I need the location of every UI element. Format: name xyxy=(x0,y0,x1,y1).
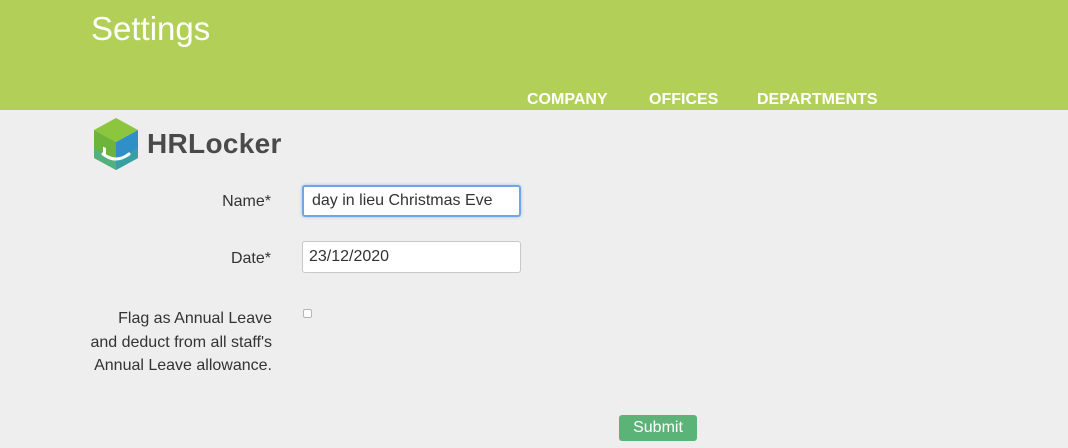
hrlocker-logo-text: HRLocker xyxy=(147,128,282,159)
date-label: Date* xyxy=(230,250,271,267)
annual-leave-flag-label: Flag as Annual Leave and deduct from all… xyxy=(90,310,272,374)
page-title: Settings xyxy=(91,10,211,47)
name-label: Name* xyxy=(222,193,271,210)
hrlocker-logo: HRLocker xyxy=(91,116,301,172)
date-input[interactable] xyxy=(302,241,521,273)
nav-item-company[interactable]: COMPANY xyxy=(527,91,608,109)
annual-leave-flag-checkbox[interactable] xyxy=(303,309,312,318)
name-input[interactable] xyxy=(302,185,521,217)
nav-item-departments[interactable]: DEPARTMENTS xyxy=(757,91,878,109)
submit-button[interactable]: Submit xyxy=(619,415,697,441)
hrlocker-cube-smile-icon xyxy=(94,118,138,170)
settings-header: Settings COMPANY OFFICES DEPARTMENTS xyxy=(0,0,1068,110)
nav-item-offices[interactable]: OFFICES xyxy=(649,91,718,109)
